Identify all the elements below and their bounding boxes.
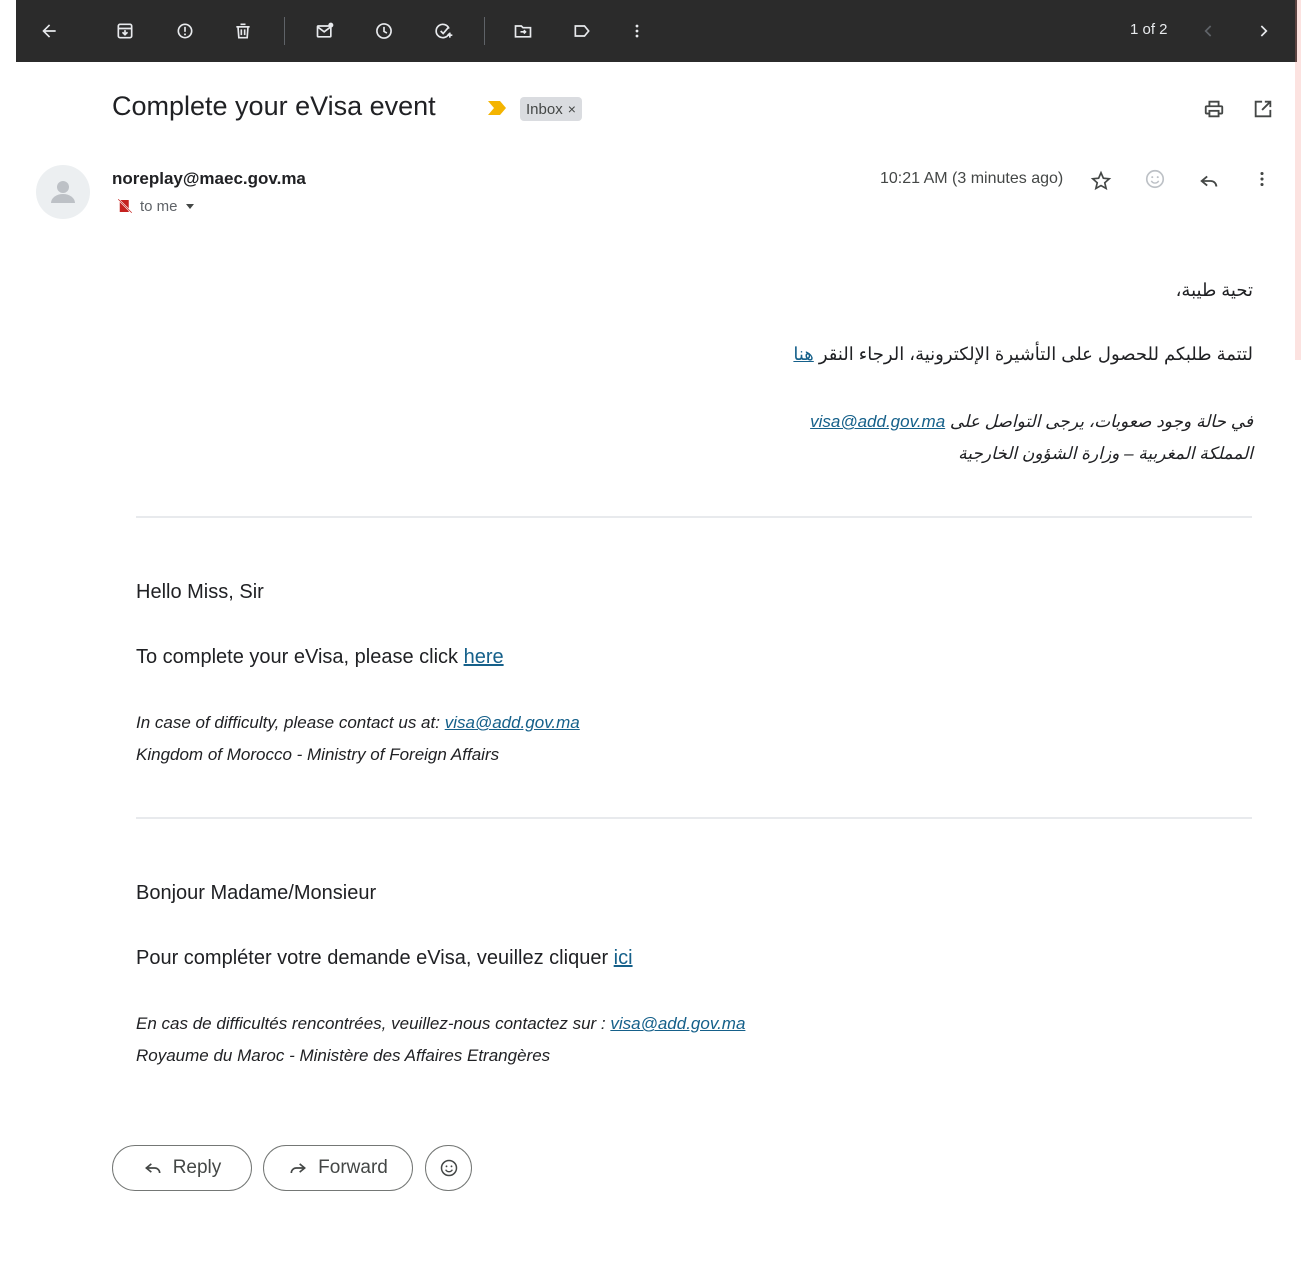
english-instruction: To complete your eVisa, please click her… [136,646,504,669]
section-divider [136,516,1252,518]
arabic-contact-line: في حالة وجود صعوبات، يرجى التواصل على vi… [810,412,1253,432]
email-subject: Complete your eVisa event [112,91,436,121]
arabic-contact-email-link[interactable]: visa@add.gov.ma [810,412,945,431]
forward-button-label: Forward [318,1157,388,1178]
english-contact-email-link[interactable]: visa@add.gov.ma [445,713,580,732]
report-spam-icon[interactable] [170,16,200,46]
forward-arrow-icon [290,1163,307,1174]
toolbar-divider [484,17,485,45]
star-icon[interactable] [1086,166,1116,196]
arabic-contact-text: في حالة وجود صعوبات، يرجى التواصل على [949,412,1253,431]
pager-count: 1 of 2 [1130,21,1168,38]
remove-label-icon[interactable]: × [568,101,576,117]
older-chevron-icon[interactable] [1248,16,1278,46]
arabic-greeting: تحية طيبة، [1175,280,1253,300]
reply-button[interactable]: Reply [112,1145,252,1191]
move-to-icon[interactable] [508,16,538,46]
reply-icon[interactable] [1194,166,1224,196]
delete-icon[interactable] [228,16,258,46]
unverified-sender-icon [117,198,133,214]
english-contact-line: In case of difficulty, please contact us… [136,713,580,733]
add-to-tasks-icon[interactable] [429,16,459,46]
french-instruction-text: Pour compléter votre demande eVisa, veui… [136,947,609,969]
forward-button[interactable]: Forward [263,1145,413,1191]
received-time: 10:21 AM (3 minutes ago) [880,170,1064,187]
sender-address[interactable]: noreplay@maec.gov.ma [112,169,306,189]
french-contact-line: En cas de difficultés rencontrées, veuil… [136,1014,745,1034]
archive-icon[interactable] [110,16,140,46]
toolbar-divider [284,17,285,45]
more-vert-icon[interactable] [622,16,652,46]
french-instruction: Pour compléter votre demande eVisa, veui… [136,947,633,970]
inbox-label-chip[interactable]: Inbox × [520,97,582,121]
reply-arrow-icon [144,1163,161,1174]
recipient-details[interactable]: to me [116,197,196,215]
arabic-click-here-link[interactable]: هنا [793,344,813,364]
snooze-icon[interactable] [369,16,399,46]
emoji-react-button[interactable] [425,1145,472,1191]
emoji-reaction-icon[interactable] [1140,164,1170,194]
reply-button-label: Reply [172,1157,222,1178]
section-divider [136,817,1252,819]
window-edge-accent [1295,0,1301,360]
avatar [36,165,90,219]
arabic-instruction: لتتمة طلبكم للحصول على التأشيرة الإلكترو… [793,344,1253,365]
back-arrow-icon[interactable] [34,16,64,46]
arabic-instruction-text: لتتمة طلبكم للحصول على التأشيرة الإلكترو… [818,344,1253,364]
open-in-new-window-icon[interactable] [1248,94,1278,124]
newer-chevron-icon[interactable] [1194,16,1224,46]
label-chip-text: Inbox [526,100,563,118]
more-options-icon[interactable] [1247,164,1277,194]
french-contact-text: En cas de difficultés rencontrées, veuil… [136,1014,606,1033]
mark-unread-icon[interactable] [310,16,340,46]
french-contact-email-link[interactable]: visa@add.gov.ma [610,1014,745,1033]
chevron-down-icon[interactable] [184,200,196,212]
french-greeting: Bonjour Madame/Monsieur [136,882,377,904]
english-instruction-text: To complete your eVisa, please click [136,646,459,668]
smiley-icon [440,1159,457,1177]
toolbar: 1 of 2 [16,0,1297,62]
importance-marker-icon[interactable] [488,101,508,115]
arabic-signature: المملكة المغربية – وزارة الشؤون الخارجية [958,444,1253,463]
english-contact-text: In case of difficulty, please contact us… [136,713,440,732]
print-icon[interactable] [1199,94,1229,124]
label-icon[interactable] [567,16,597,46]
english-click-here-link[interactable]: here [464,646,504,668]
english-greeting: Hello Miss, Sir [136,581,264,603]
english-signature: Kingdom of Morocco - Ministry of Foreign… [136,745,500,764]
french-signature: Royaume du Maroc - Ministère des Affaire… [136,1046,551,1065]
to-me-label: to me [140,197,178,215]
french-click-here-link[interactable]: ici [614,947,633,969]
